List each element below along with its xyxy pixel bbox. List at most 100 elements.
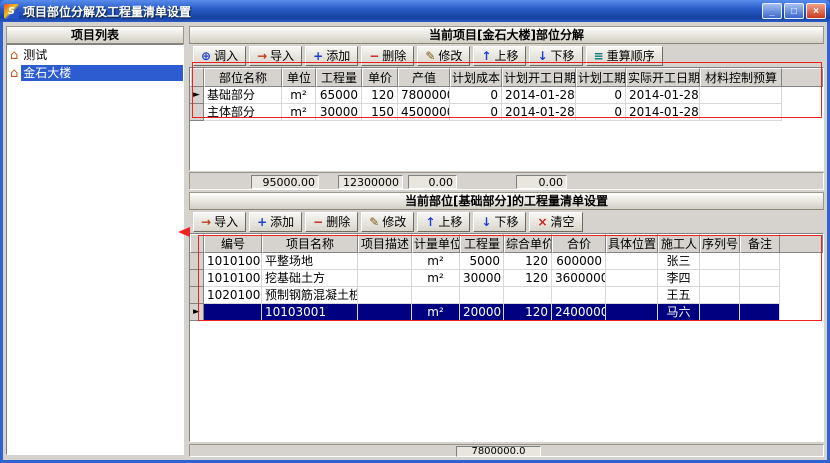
column-header-6[interactable]: 计划开工日期: [502, 68, 576, 87]
column-header-9[interactable]: 材料控制预算: [700, 68, 782, 87]
column-header-2[interactable]: 工程量: [316, 68, 362, 87]
cell[interactable]: [552, 287, 606, 304]
cell[interactable]: 王五: [658, 287, 700, 304]
cell[interactable]: [700, 87, 782, 104]
cell[interactable]: 李四: [658, 270, 700, 287]
column-header-10[interactable]: 备注: [740, 234, 780, 253]
cell[interactable]: 20000: [460, 304, 504, 321]
table-row[interactable]: 10101001平整场地m²5000120600000张三: [190, 253, 823, 270]
cell[interactable]: [358, 270, 412, 287]
cell[interactable]: 3600000: [552, 270, 606, 287]
import-button[interactable]: →导入: [249, 46, 302, 66]
cell[interactable]: [412, 287, 460, 304]
cell[interactable]: 4500000: [398, 104, 450, 121]
column-header-7[interactable]: 计划工期: [576, 68, 626, 87]
cell[interactable]: [740, 304, 780, 321]
cell[interactable]: 7800000: [398, 87, 450, 104]
cell[interactable]: 10103001: [262, 304, 358, 321]
cell[interactable]: 65000: [316, 87, 362, 104]
cell[interactable]: [740, 287, 780, 304]
column-header-5[interactable]: 计划成本: [450, 68, 502, 87]
load-in-button[interactable]: ⊕调入: [193, 46, 246, 66]
row-selector[interactable]: [190, 104, 204, 121]
cell[interactable]: [740, 270, 780, 287]
cell[interactable]: 120: [362, 87, 398, 104]
cell[interactable]: 0: [576, 87, 626, 104]
cell[interactable]: 120: [504, 304, 552, 321]
cell[interactable]: 2014-01-28: [502, 104, 576, 121]
cell[interactable]: 2014-01-28: [626, 87, 700, 104]
column-header-8[interactable]: 施工人: [658, 234, 700, 253]
add-button[interactable]: +添加: [249, 212, 302, 232]
column-header-0[interactable]: 部位名称: [204, 68, 282, 87]
column-header-3[interactable]: 计量单位: [412, 234, 460, 253]
cell[interactable]: 预制钢筋混凝土桩: [262, 287, 358, 304]
project-list-item-0[interactable]: ⌂测试: [7, 46, 183, 64]
column-header-8[interactable]: 实际开工日期: [626, 68, 700, 87]
cell[interactable]: 10101002: [204, 270, 262, 287]
cell[interactable]: 10201001: [204, 287, 262, 304]
cell[interactable]: 30000: [460, 270, 504, 287]
cell[interactable]: 0: [450, 104, 502, 121]
cell[interactable]: [700, 104, 782, 121]
cell[interactable]: [358, 253, 412, 270]
cell[interactable]: 张三: [658, 253, 700, 270]
cell[interactable]: [606, 253, 658, 270]
column-header-6[interactable]: 合价: [552, 234, 606, 253]
column-header-9[interactable]: 序列号: [700, 234, 740, 253]
move-up-button[interactable]: ↑上移: [417, 212, 470, 232]
cell[interactable]: 2014-01-28: [626, 104, 700, 121]
cell[interactable]: m²: [282, 104, 316, 121]
cell[interactable]: 平整场地: [262, 253, 358, 270]
column-header-1[interactable]: 项目名称: [262, 234, 358, 253]
column-header-2[interactable]: 项目描述: [358, 234, 412, 253]
cell[interactable]: 120: [504, 253, 552, 270]
import-button[interactable]: →导入: [193, 212, 246, 232]
column-header-4[interactable]: 工程量: [460, 234, 504, 253]
cell[interactable]: m²: [282, 87, 316, 104]
column-header-7[interactable]: 具体位置: [606, 234, 658, 253]
row-selector[interactable]: [190, 287, 204, 304]
cell[interactable]: [204, 304, 262, 321]
move-down-button[interactable]: ↓下移: [473, 212, 526, 232]
cell[interactable]: [700, 270, 740, 287]
cell[interactable]: [740, 253, 780, 270]
cell[interactable]: 30000: [316, 104, 362, 121]
table-row[interactable]: 10201001预制钢筋混凝土桩 王五: [190, 287, 823, 304]
recalc-order-button[interactable]: ≡重算顺序: [586, 46, 663, 66]
cell[interactable]: 0: [450, 87, 502, 104]
edit-button[interactable]: ✎修改: [361, 212, 414, 232]
cell[interactable]: 600000: [552, 253, 606, 270]
cell[interactable]: m²: [412, 253, 460, 270]
cell[interactable]: 150: [362, 104, 398, 121]
cell[interactable]: [606, 287, 658, 304]
cell[interactable]: [606, 304, 658, 321]
cell[interactable]: 基础部分: [204, 87, 282, 104]
clear-button[interactable]: ×清空: [529, 212, 582, 232]
cell[interactable]: [460, 287, 504, 304]
minimize-button[interactable]: _: [762, 3, 782, 19]
cell[interactable]: 主体部分: [204, 104, 282, 121]
cell[interactable]: [606, 270, 658, 287]
table-row[interactable]: ►基础部分m²65000120780000002014-01-2802014-0…: [190, 87, 823, 104]
cell[interactable]: [700, 304, 740, 321]
cell[interactable]: 5000: [460, 253, 504, 270]
cell[interactable]: [358, 287, 412, 304]
column-header-3[interactable]: 单价: [362, 68, 398, 87]
cell[interactable]: m²: [412, 304, 460, 321]
cell[interactable]: [358, 304, 412, 321]
cell[interactable]: [700, 287, 740, 304]
cell[interactable]: 挖基础土方: [262, 270, 358, 287]
table-row[interactable]: 10101002挖基础土方 m²300001203600000 李四: [190, 270, 823, 287]
move-down-button[interactable]: ↓下移: [529, 46, 582, 66]
cell[interactable]: 120: [504, 270, 552, 287]
project-list-item-1[interactable]: ⌂金石大楼: [7, 64, 183, 82]
cell[interactable]: m²: [412, 270, 460, 287]
cell[interactable]: 2400000: [552, 304, 606, 321]
column-header-4[interactable]: 产值: [398, 68, 450, 87]
cell[interactable]: [504, 287, 552, 304]
cell[interactable]: 0: [576, 104, 626, 121]
table-row[interactable]: 主体部分m²30000150450000002014-01-2802014-01…: [190, 104, 823, 121]
row-selector[interactable]: ►: [190, 304, 204, 321]
row-selector[interactable]: ►: [190, 87, 204, 104]
